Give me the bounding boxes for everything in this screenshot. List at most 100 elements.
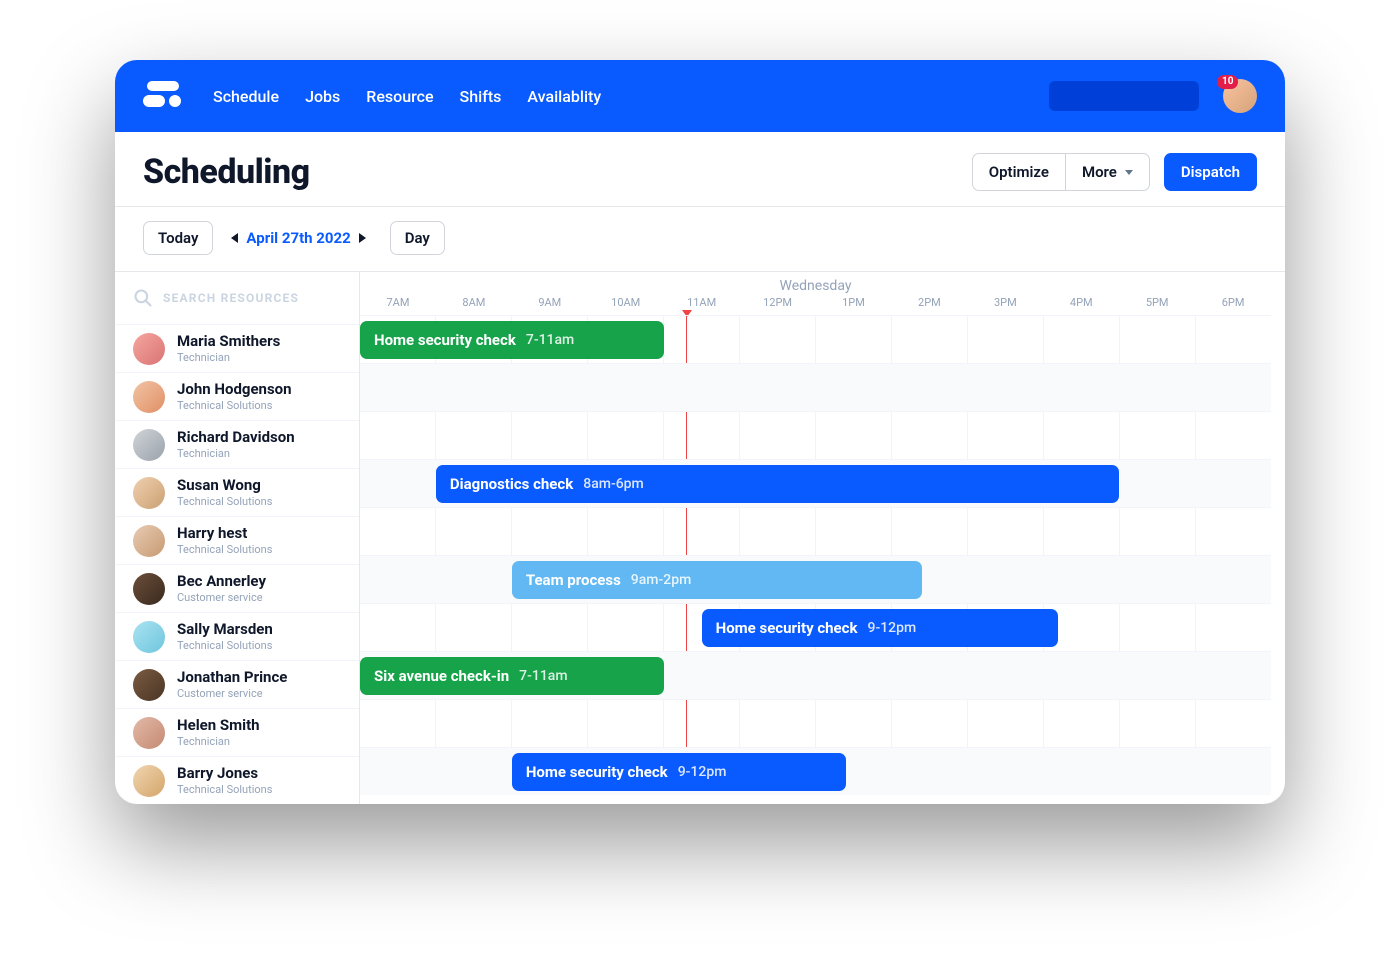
resource-row[interactable]: Jonathan PrinceCustomer service <box>115 660 359 708</box>
search-resources[interactable]: SEARCH RESOURCES <box>115 272 359 324</box>
resource-name: Susan Wong <box>177 477 272 494</box>
hour-label: 1PM <box>816 296 892 315</box>
scheduled-event[interactable]: Diagnostics check8am-6pm <box>436 465 1119 503</box>
timeline-row[interactable] <box>360 363 1271 411</box>
resource-role: Technical Solutions <box>177 399 292 412</box>
topbar-search-box[interactable] <box>1049 81 1199 111</box>
timeline-row[interactable] <box>360 507 1271 555</box>
resource-row[interactable]: Helen SmithTechnician <box>115 708 359 756</box>
nav-link-shifts[interactable]: Shifts <box>460 87 502 106</box>
hour-label: 3PM <box>967 296 1043 315</box>
resource-row[interactable]: Richard DavidsonTechnician <box>115 420 359 468</box>
dispatch-button[interactable]: Dispatch <box>1164 153 1257 191</box>
resource-row[interactable]: John HodgensonTechnical Solutions <box>115 372 359 420</box>
hour-label: 12PM <box>740 296 816 315</box>
resource-row[interactable]: Sally MarsdenTechnical Solutions <box>115 612 359 660</box>
event-time: 7-11am <box>519 668 567 684</box>
hour-label: 6PM <box>1195 296 1271 315</box>
timeline-row[interactable]: Team process 9am-2pm <box>360 555 1271 603</box>
prev-day-button[interactable] <box>231 233 238 243</box>
avatar <box>133 765 165 797</box>
scheduled-event[interactable]: Six avenue check-in7-11am <box>360 657 664 695</box>
timeline-row[interactable]: Home security check7-11am <box>360 315 1271 363</box>
timeline-row[interactable]: Six avenue check-in7-11am <box>360 651 1271 699</box>
avatar <box>133 381 165 413</box>
hour-label: 4PM <box>1043 296 1119 315</box>
avatar <box>133 573 165 605</box>
timeline-row[interactable]: Home security check 9-12pm <box>360 603 1271 651</box>
hour-label: 10AM <box>588 296 664 315</box>
event-time: 9-12pm <box>868 620 917 636</box>
resource-name: Sally Marsden <box>177 621 273 638</box>
date-pager: April 27th 2022 <box>231 229 365 247</box>
resource-role: Customer service <box>177 591 266 604</box>
timeline-row[interactable] <box>360 411 1271 459</box>
nav-link-availablity[interactable]: Availablity <box>527 87 601 106</box>
nav-link-resource[interactable]: Resource <box>366 87 433 106</box>
page-header: Scheduling Optimize More Dispatch <box>115 132 1285 207</box>
app-window: Schedule Jobs Resource Shifts Availablity 10… <box>115 60 1285 804</box>
optimize-button[interactable]: Optimize <box>972 153 1066 191</box>
scheduled-event[interactable]: Home security check 9-12pm <box>702 609 1059 647</box>
nav-link-schedule[interactable]: Schedule <box>213 87 279 106</box>
event-title: Home security check <box>526 763 668 781</box>
resource-row[interactable]: Susan WongTechnical Solutions <box>115 468 359 516</box>
timeline: Wednesday 7AM8AM9AM10AM11AM12PM1PM2PM3PM… <box>360 272 1285 804</box>
day-of-week-label: Wednesday <box>360 272 1271 296</box>
event-time: 9am-2pm <box>631 572 691 588</box>
more-button-label: More <box>1082 163 1117 181</box>
hour-label: 9AM <box>512 296 588 315</box>
app-logo <box>143 79 183 113</box>
view-select[interactable]: Day <box>390 221 445 255</box>
resource-name: Helen Smith <box>177 717 260 734</box>
resource-name: Harry hest <box>177 525 272 542</box>
avatar <box>133 429 165 461</box>
avatar <box>133 717 165 749</box>
nav-link-jobs[interactable]: Jobs <box>305 87 340 106</box>
resource-name: Bec Annerley <box>177 573 266 590</box>
resource-row[interactable]: Bec AnnerleyCustomer service <box>115 564 359 612</box>
hour-label: 7AM <box>360 296 436 315</box>
resource-name: Richard Davidson <box>177 429 295 446</box>
today-button[interactable]: Today <box>143 221 213 255</box>
event-time: 9-12pm <box>678 764 727 780</box>
resource-name: Maria Smithers <box>177 333 280 350</box>
schedule-gantt: SEARCH RESOURCES Maria SmithersTechnicia… <box>115 271 1285 804</box>
hour-label: 8AM <box>436 296 512 315</box>
resource-role: Technician <box>177 351 280 364</box>
timeline-row[interactable]: Home security check 9-12pm <box>360 747 1271 795</box>
timeline-row[interactable]: Diagnostics check8am-6pm <box>360 459 1271 507</box>
scheduled-event[interactable]: Home security check7-11am <box>360 321 664 359</box>
top-navbar: Schedule Jobs Resource Shifts Availablity 10 <box>115 60 1285 132</box>
avatar <box>133 621 165 653</box>
resource-role: Customer service <box>177 687 287 700</box>
resource-role: Technician <box>177 447 295 460</box>
resource-sidebar: SEARCH RESOURCES Maria SmithersTechnicia… <box>115 272 360 804</box>
scheduled-event[interactable]: Team process 9am-2pm <box>512 561 922 599</box>
resource-name: Jonathan Prince <box>177 669 287 686</box>
event-title: Home security check <box>716 619 858 637</box>
resource-row[interactable]: Maria SmithersTechnician <box>115 324 359 372</box>
user-avatar[interactable]: 10 <box>1223 79 1257 113</box>
event-title: Team process <box>526 571 621 589</box>
event-title: Home security check <box>374 331 516 349</box>
hour-label: 2PM <box>891 296 967 315</box>
page-title: Scheduling <box>143 152 310 192</box>
timeline-row[interactable] <box>360 699 1271 747</box>
resource-role: Technician <box>177 735 260 748</box>
hour-label: 5PM <box>1119 296 1195 315</box>
search-icon <box>133 288 153 308</box>
resource-role: Technical Solutions <box>177 543 272 556</box>
resource-role: Technical Solutions <box>177 783 272 796</box>
resource-row[interactable]: Harry hestTechnical Solutions <box>115 516 359 564</box>
resource-row[interactable]: Barry JonesTechnical Solutions <box>115 756 359 804</box>
search-placeholder: SEARCH RESOURCES <box>163 291 299 305</box>
avatar <box>133 669 165 701</box>
current-date[interactable]: April 27th 2022 <box>246 229 350 247</box>
resource-role: Technical Solutions <box>177 495 272 508</box>
scheduled-event[interactable]: Home security check 9-12pm <box>512 753 846 791</box>
more-button[interactable]: More <box>1065 153 1150 191</box>
next-day-button[interactable] <box>359 233 366 243</box>
event-time: 8am-6pm <box>583 476 643 492</box>
hour-label: 11AM <box>664 296 740 315</box>
